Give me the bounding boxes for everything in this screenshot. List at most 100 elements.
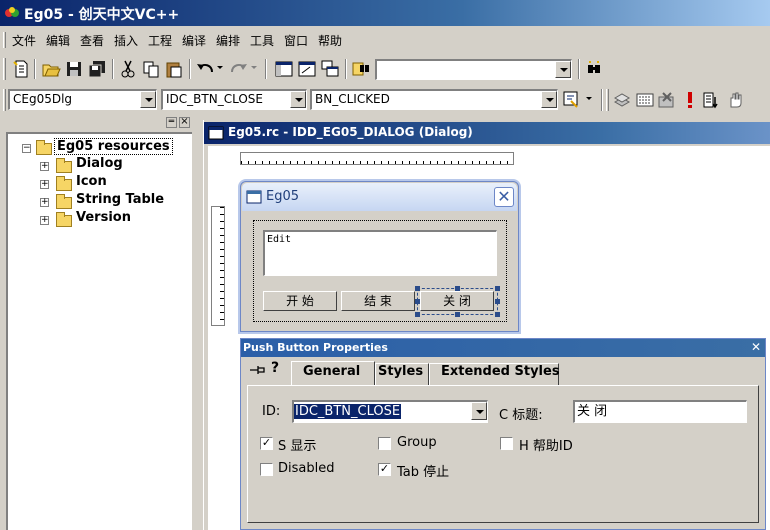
- new-file-icon[interactable]: [10, 58, 32, 80]
- help-icon[interactable]: ?: [271, 360, 279, 376]
- expand-icon[interactable]: +: [40, 162, 49, 171]
- close-icon[interactable]: ×: [179, 117, 190, 128]
- resize-handle[interactable]: [415, 286, 420, 291]
- horizontal-ruler[interactable]: [240, 152, 514, 165]
- expand-icon[interactable]: +: [40, 216, 49, 225]
- tree-item-icon[interactable]: Icon: [76, 174, 107, 189]
- vc-app-icon: [5, 7, 19, 17]
- execute-icon[interactable]: [679, 89, 701, 111]
- group-checkbox-label: Group: [397, 435, 437, 450]
- tree-root[interactable]: Eg05 resources: [54, 138, 173, 155]
- find-icon[interactable]: [583, 58, 605, 80]
- help-id-checkbox[interactable]: [500, 437, 513, 450]
- resize-handle[interactable]: [455, 286, 460, 291]
- tab-extended-styles-label: Extended Styles: [441, 364, 560, 379]
- tree-item-version[interactable]: Version: [76, 210, 131, 225]
- chevron-down-icon[interactable]: [290, 91, 306, 108]
- resource-id-combo[interactable]: IDC_BTN_CLOSE: [161, 89, 307, 110]
- save-icon[interactable]: [63, 58, 85, 80]
- workspace-icon[interactable]: [273, 58, 295, 80]
- wizard-action-dropdown-icon[interactable]: [586, 97, 592, 100]
- wizard-action-icon[interactable]: [560, 88, 582, 110]
- expand-icon[interactable]: +: [40, 180, 49, 189]
- chevron-down-icon[interactable]: [140, 91, 156, 108]
- resize-handle[interactable]: [495, 299, 500, 304]
- chevron-down-icon[interactable]: [471, 402, 487, 420]
- find-combo[interactable]: [375, 59, 572, 80]
- breakpoint-hand-icon[interactable]: [724, 89, 746, 111]
- visible-checkbox-label: S 显示: [278, 439, 317, 454]
- selection-frame: [417, 288, 498, 315]
- menu-build[interactable]: 编译: [182, 32, 206, 49]
- menu-insert[interactable]: 插入: [114, 32, 138, 49]
- toolbar-separator: [578, 59, 580, 79]
- folder-icon: [36, 140, 52, 155]
- tree-item-string-table[interactable]: String Table: [76, 192, 164, 207]
- menu-window[interactable]: 窗口: [284, 32, 308, 49]
- properties-window: Push Button Properties ✕ ? General Style…: [240, 338, 766, 530]
- window-list-icon[interactable]: [319, 58, 341, 80]
- menu-project[interactable]: 工程: [148, 32, 172, 49]
- resize-handle[interactable]: [415, 312, 420, 317]
- cut-icon[interactable]: [117, 58, 139, 80]
- output-icon[interactable]: [296, 58, 318, 80]
- toolbar-grip[interactable]: [3, 58, 6, 80]
- undo-icon[interactable]: [194, 58, 216, 80]
- class-combo-value: CEg05Dlg: [13, 92, 73, 106]
- toolbar-separator: [112, 59, 114, 79]
- disabled-checkbox[interactable]: [260, 463, 273, 476]
- chevron-down-icon[interactable]: [555, 61, 571, 78]
- edit-control[interactable]: Edit: [263, 230, 497, 276]
- caption-field[interactable]: 关 闭: [573, 400, 747, 423]
- close-icon[interactable]: ✕: [750, 341, 762, 354]
- pin-icon[interactable]: [249, 363, 267, 377]
- app-title-bar: Eg05 - 创天中文VC++: [0, 0, 770, 26]
- menu-view[interactable]: 查看: [80, 32, 104, 49]
- id-combo[interactable]: IDC_BTN_CLOSE: [292, 400, 488, 423]
- tabstop-checkbox[interactable]: ✓: [378, 463, 391, 476]
- find-in-files-icon[interactable]: [350, 58, 372, 80]
- start-button[interactable]: 开 始: [263, 291, 337, 311]
- dock-toggle-icon[interactable]: ═: [166, 117, 177, 128]
- menu-layout[interactable]: 编排: [216, 32, 240, 49]
- end-button[interactable]: 结 束: [341, 291, 415, 311]
- toolbar-grip[interactable]: [3, 89, 6, 111]
- redo-dropdown-icon[interactable]: [251, 66, 257, 69]
- vertical-ruler[interactable]: [211, 206, 225, 326]
- folder-icon: [56, 212, 72, 227]
- menu-file[interactable]: 文件: [12, 32, 36, 49]
- menubar-grip[interactable]: [3, 32, 6, 48]
- menu-tools[interactable]: 工具: [250, 32, 274, 49]
- stop-build-icon[interactable]: [656, 89, 678, 111]
- paste-icon[interactable]: [163, 58, 185, 80]
- dialog-preview-title: Eg05: [266, 189, 300, 204]
- close-icon[interactable]: ✕: [494, 187, 514, 207]
- resize-handle[interactable]: [415, 299, 420, 304]
- chevron-down-icon[interactable]: [541, 91, 557, 108]
- expand-icon[interactable]: +: [40, 198, 49, 207]
- undo-dropdown-icon[interactable]: [217, 66, 223, 69]
- workspace-pane: ═ × − Eg05 resources + Dialog + Icon + S…: [4, 117, 200, 530]
- build-compile-icon[interactable]: [611, 89, 633, 111]
- build-icon[interactable]: [634, 89, 656, 111]
- toolbar-grip[interactable]: [606, 89, 609, 111]
- tree-item-dialog[interactable]: Dialog: [76, 156, 123, 171]
- resize-handle[interactable]: [495, 312, 500, 317]
- class-combo[interactable]: CEg05Dlg: [8, 89, 157, 110]
- redo-icon[interactable]: [228, 58, 250, 80]
- visible-checkbox[interactable]: ✓: [260, 437, 273, 450]
- menu-help[interactable]: 帮助: [318, 32, 342, 49]
- group-checkbox[interactable]: [378, 437, 391, 450]
- resize-handle[interactable]: [455, 312, 460, 317]
- dialog-preview[interactable]: Eg05 ✕ Edit 开 始 结 束 关 闭: [240, 181, 519, 332]
- menu-edit[interactable]: 编辑: [46, 32, 70, 49]
- message-combo[interactable]: BN_CLICKED: [310, 89, 558, 110]
- collapse-icon[interactable]: −: [22, 144, 31, 153]
- resize-handle[interactable]: [495, 286, 500, 291]
- properties-title-bar: Push Button Properties ✕: [241, 339, 765, 357]
- save-all-icon[interactable]: [86, 58, 108, 80]
- copy-icon[interactable]: [140, 58, 162, 80]
- folder-icon: [56, 158, 72, 173]
- go-debug-icon[interactable]: [701, 89, 723, 111]
- open-icon[interactable]: [40, 58, 62, 80]
